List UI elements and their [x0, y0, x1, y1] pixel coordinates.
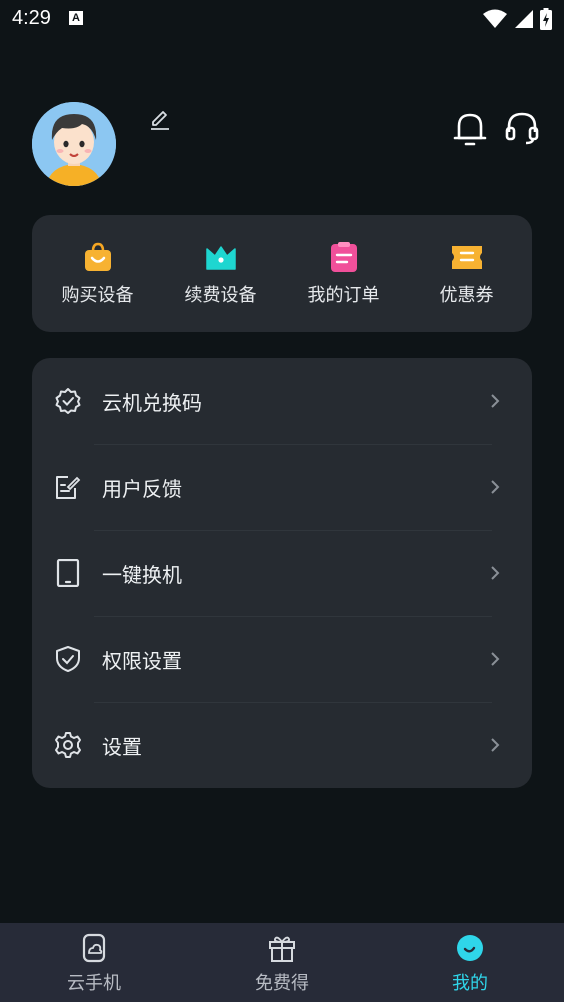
badge-check-icon — [55, 388, 81, 414]
tablet-icon — [56, 559, 80, 587]
coupon-icon — [451, 245, 482, 269]
cloud-phone-icon — [82, 933, 106, 963]
avatar-illustration — [32, 102, 116, 186]
chevron-right-icon — [491, 480, 500, 494]
signal-icon — [515, 10, 533, 28]
avatar[interactable] — [32, 102, 116, 186]
status-icons — [482, 8, 552, 30]
clipboard-icon — [330, 241, 357, 272]
nav-tab-mine[interactable]: 我的 — [376, 923, 564, 1002]
menu-item-label: 权限设置 — [102, 648, 182, 673]
menu-item-settings[interactable]: 设置 — [54, 702, 510, 788]
menu-card: 云机兑换码 用户反馈 一键换机 权限设置 设置 — [32, 358, 532, 788]
status-bar: 4:29 A — [0, 0, 564, 36]
headset-icon[interactable] — [504, 110, 540, 146]
mine-icon — [457, 935, 483, 961]
edit-icon[interactable] — [148, 108, 172, 132]
shield-check-icon — [56, 646, 80, 672]
nav-label: 我的 — [452, 973, 488, 994]
menu-item-switch-device[interactable]: 一键换机 — [54, 530, 510, 616]
menu-item-label: 用户反馈 — [102, 476, 182, 501]
gear-icon — [55, 732, 81, 758]
crown-icon — [205, 245, 236, 270]
notification-icon: A — [68, 11, 83, 25]
status-time: 4:29 — [12, 6, 51, 29]
bell-icon[interactable] — [452, 110, 488, 148]
feedback-icon — [56, 476, 81, 499]
chevron-right-icon — [491, 738, 500, 752]
quick-action-label: 购买设备 — [61, 284, 134, 306]
quick-action-buy-device[interactable]: 购买设备 — [38, 241, 158, 307]
chevron-right-icon — [491, 652, 500, 666]
menu-item-label: 一键换机 — [102, 562, 182, 587]
nav-tab-cloud-phone[interactable]: 云手机 — [0, 923, 188, 1002]
gift-icon — [269, 936, 295, 962]
quick-action-renew-device[interactable]: 续费设备 — [161, 241, 281, 307]
nav-tab-free[interactable]: 免费得 — [188, 923, 376, 1002]
battery-icon — [540, 8, 552, 30]
nav-label: 云手机 — [67, 973, 121, 994]
menu-item-label: 设置 — [102, 734, 142, 759]
menu-item-feedback[interactable]: 用户反馈 — [54, 444, 510, 530]
chevron-right-icon — [491, 394, 500, 408]
menu-item-permissions[interactable]: 权限设置 — [54, 616, 510, 702]
quick-action-label: 优惠券 — [439, 284, 494, 306]
shopping-bag-icon — [84, 242, 111, 271]
quick-action-label: 我的订单 — [307, 284, 380, 306]
quick-action-my-orders[interactable]: 我的订单 — [284, 241, 404, 307]
bottom-nav: 云手机 免费得 我的 — [0, 923, 564, 1002]
menu-item-label: 云机兑换码 — [102, 390, 202, 415]
wifi-icon — [483, 9, 507, 28]
chevron-right-icon — [491, 566, 500, 580]
quick-action-coupons[interactable]: 优惠券 — [407, 241, 527, 307]
menu-item-redeem-code[interactable]: 云机兑换码 — [54, 358, 510, 444]
quick-actions-card: 购买设备 续费设备 我的订单 优惠券 — [32, 215, 532, 332]
quick-action-label: 续费设备 — [184, 284, 257, 306]
nav-label: 免费得 — [255, 973, 309, 994]
